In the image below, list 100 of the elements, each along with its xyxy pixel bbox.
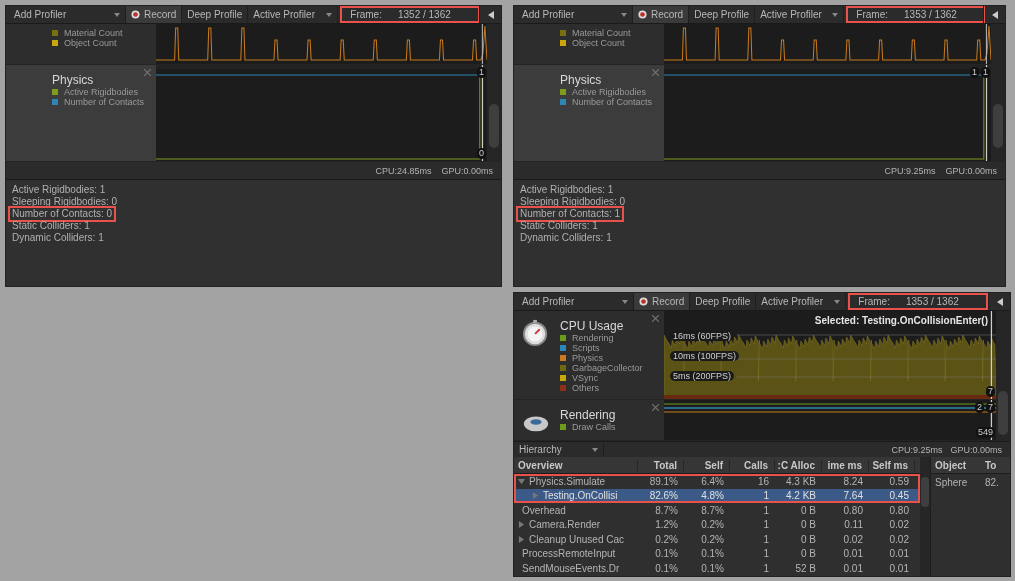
table-row[interactable]: Overhead 8.7% 8.7% 1 0 B 0.80 0.80 [514, 503, 920, 518]
table-cell-text: 8.7% [700, 504, 725, 516]
table-row[interactable]: Cleanup Unused Cac 0.2% 0.2% 1 0 B 0.02 0.02 [514, 532, 920, 547]
column-header[interactable]: Self [684, 459, 730, 471]
expand-arrow-icon[interactable] [518, 521, 525, 529]
table-cell-text: 0 B [800, 548, 817, 560]
stat-line: Active Rigidbodies: 1 [519, 184, 615, 196]
column-header[interactable]: :C Alloc [775, 459, 822, 471]
active-profiler-dropdown[interactable]: Active Profiler [755, 6, 845, 23]
frame-field[interactable]: Frame: 1353 / 1362 [848, 8, 984, 21]
scrollbar[interactable] [996, 311, 1010, 441]
add-profiler-dropdown[interactable]: Add Profiler [514, 6, 633, 23]
column-header[interactable]: Calls [730, 459, 775, 471]
active-profiler-dropdown[interactable]: Active Profiler [756, 293, 847, 310]
caret-icon [326, 12, 333, 17]
legend-label: Others [572, 383, 599, 393]
expand-arrow-icon[interactable] [518, 477, 525, 485]
section-title: Rendering [560, 408, 616, 422]
table-row[interactable]: ProcessRemoteInput 0.1% 0.1% 1 0 B 0.01 0.01 [514, 546, 920, 561]
gpu-time: GPU:0.00ms [441, 165, 493, 176]
left-arrow-icon [996, 297, 1003, 306]
record-button[interactable]: Record [632, 6, 690, 23]
table-cell-text: 0.01 [842, 548, 864, 560]
legend-panel[interactable]: Physics Active Rigidbodies Number of Contacts [6, 65, 156, 161]
legend-label: Object Count [572, 38, 625, 48]
stopwatch-icon [522, 319, 550, 347]
legend-label: Object Count [64, 38, 117, 48]
table-cell-text: 0.2% [654, 533, 679, 545]
close-icon[interactable] [652, 315, 659, 322]
caret-icon [592, 447, 598, 452]
record-button[interactable]: Record [126, 6, 183, 23]
column-header[interactable]: ime ms [822, 459, 869, 471]
close-icon[interactable] [144, 69, 151, 76]
value-marker: 2 [974, 402, 984, 413]
legend-label: Draw Calls [572, 422, 616, 432]
close-icon[interactable] [652, 404, 659, 411]
scrollbar[interactable] [920, 457, 930, 576]
table-row[interactable]: Camera.Render 1.2% 0.2% 1 0 B 0.11 0.02 [514, 517, 920, 532]
table-cell-text: 16 [756, 475, 770, 487]
table-cell-text: 82.6% [648, 490, 679, 502]
table-cell-text: 1.2% [654, 519, 679, 531]
table-cell-text: 82. [984, 476, 1000, 488]
table-cell: ProcessRemoteInput [522, 548, 616, 560]
table-cell-text: 6.4% [700, 475, 725, 487]
stat-line: Number of Contacts: 1 [518, 208, 623, 220]
table-cell-text: 0.80 [888, 504, 910, 516]
table-cell-text: 0.01 [888, 562, 910, 574]
table-cell-text: 0.11 [843, 519, 864, 531]
cpu-time: CPU:24.85ms [375, 165, 432, 176]
scrollbar[interactable] [487, 24, 501, 162]
table-cell-text: 1 [762, 533, 770, 545]
left-arrow-icon [487, 10, 494, 19]
stat-line: Active Rigidbodies: 1 [11, 184, 107, 196]
view-dropdown[interactable]: Hierarchy [514, 442, 604, 457]
table-row[interactable]: Physics.Simulate 89.1% 6.4% 16 4.3 KB 8.24 0.59 [514, 474, 920, 489]
gridline-label: 5ms (200FPS) [670, 371, 735, 381]
legend-label: GarbageCollector [572, 363, 643, 373]
caret-icon [114, 12, 120, 17]
active-profiler-dropdown[interactable]: Active Profiler [248, 6, 339, 23]
table-row[interactable]: SendMouseEvents.Dr 0.1% 0.1% 1 52 B 0.01 0.01 [514, 561, 920, 576]
table-cell-text: 8.24 [842, 475, 864, 487]
column-header[interactable]: Total [638, 459, 684, 471]
column-header[interactable]: To [981, 459, 1010, 471]
value-marker: 7 [986, 402, 995, 413]
legend-label: Number of Contacts [572, 97, 653, 107]
table-cell-text: 0.1% [700, 548, 725, 560]
deep-profile-button[interactable]: Deep Profile [690, 293, 757, 310]
table-cell-text: 1 [762, 490, 770, 502]
record-button[interactable]: Record [634, 293, 691, 310]
expand-arrow-icon[interactable] [532, 492, 539, 500]
table-cell-text: 0 B [800, 533, 817, 545]
table-cell-text: 0.80 [842, 504, 864, 516]
deep-profile-button[interactable]: Deep Profile [689, 6, 756, 23]
stat-line: Dynamic Colliders: 1 [11, 232, 105, 244]
close-icon[interactable] [652, 69, 659, 76]
column-header[interactable]: Overview [514, 459, 638, 471]
table-cell-text: 1 [762, 519, 770, 531]
scrollbar[interactable] [991, 24, 1005, 162]
table-row[interactable]: Testing.OnCollisi 82.6% 4.8% 1 4.2 KB 7.64 0.45 [514, 488, 920, 503]
value-marker: 0 [477, 148, 486, 159]
caret-icon [832, 12, 839, 17]
value-marker: 1 [969, 67, 979, 78]
frame-field[interactable]: Frame: 1352 / 1362 [342, 8, 479, 21]
column-header[interactable]: Object [931, 459, 981, 471]
cpu-time: CPU:9.25ms [891, 444, 943, 455]
column-header[interactable]: Self ms [869, 459, 915, 471]
record-icon [131, 10, 140, 19]
table-cell-text: 7.64 [842, 490, 864, 502]
legend-label: VSync [572, 373, 598, 383]
deep-profile-button[interactable]: Deep Profile [182, 6, 249, 23]
legend-label: Number of Contacts [64, 97, 145, 107]
frame-field[interactable]: Frame: 1353 / 1362 [850, 295, 987, 308]
table-cell-text: 0 B [800, 504, 817, 516]
expand-arrow-icon[interactable] [518, 535, 525, 543]
value-marker: 7 [986, 386, 995, 397]
section-title: Physics [560, 73, 602, 87]
stat-line: Static Colliders: 1 [11, 220, 91, 232]
table-cell-text: 1 [762, 562, 770, 574]
value-marker: 549 [975, 427, 995, 438]
legend-panel[interactable]: Physics Active Rigidbodies Number of Contacts [514, 65, 664, 161]
